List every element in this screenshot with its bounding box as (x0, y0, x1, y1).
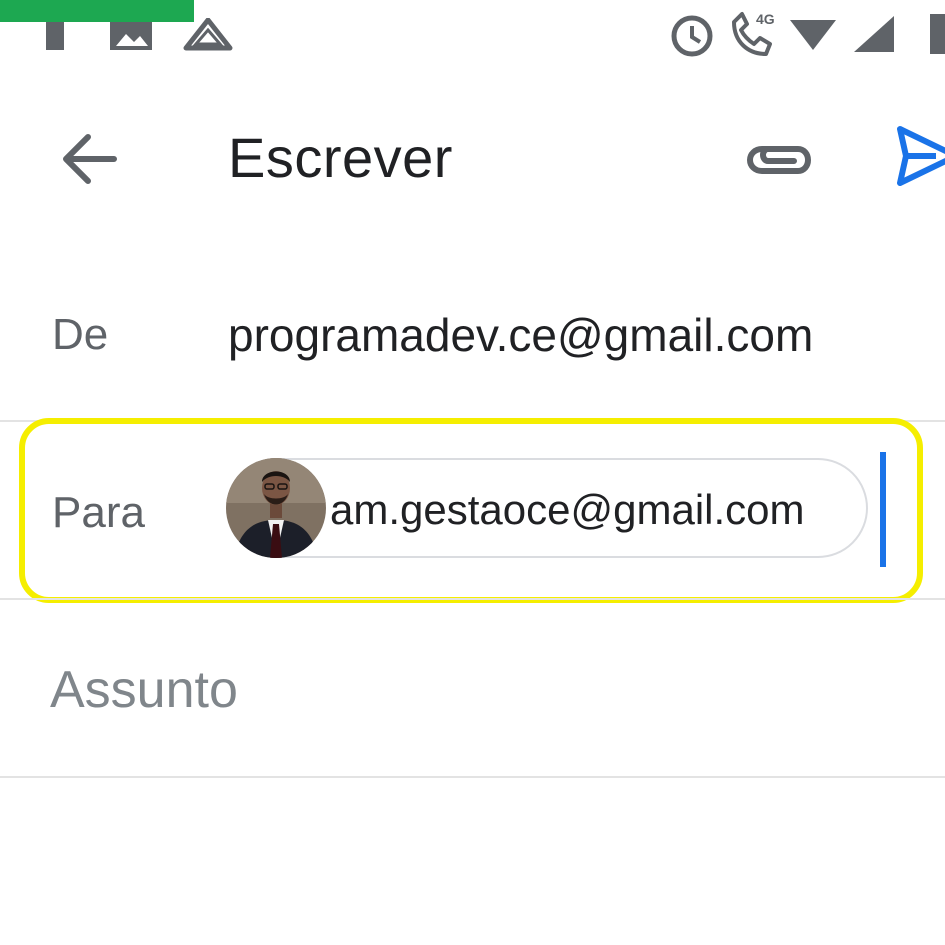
to-field-highlight (19, 418, 923, 603)
divider (0, 776, 945, 778)
paperclip-icon[interactable] (744, 137, 814, 177)
network-badge: 4G (756, 11, 775, 27)
from-label: De (52, 310, 109, 359)
app-bar: Escrever (0, 95, 945, 220)
send-icon[interactable] (896, 123, 945, 189)
battery-icon (930, 14, 945, 54)
recording-indicator-bar (0, 0, 194, 22)
arrow-back-icon[interactable] (60, 133, 118, 185)
status-bar: 4G (0, 0, 945, 60)
divider (0, 598, 945, 600)
cell-signal-icon (854, 16, 894, 52)
subject-field[interactable]: Assunto (50, 660, 238, 720)
phone-4g-icon: 4G (732, 11, 775, 56)
alarm-clock-icon (671, 15, 713, 57)
notification-icon (46, 22, 64, 50)
from-account-select[interactable]: programadev.ce@gmail.com (228, 308, 813, 362)
wifi-icon (790, 20, 836, 50)
body-field[interactable] (0, 780, 945, 945)
page-title: Escrever (228, 126, 453, 189)
drive-icon (183, 18, 233, 51)
gallery-icon (110, 22, 152, 50)
